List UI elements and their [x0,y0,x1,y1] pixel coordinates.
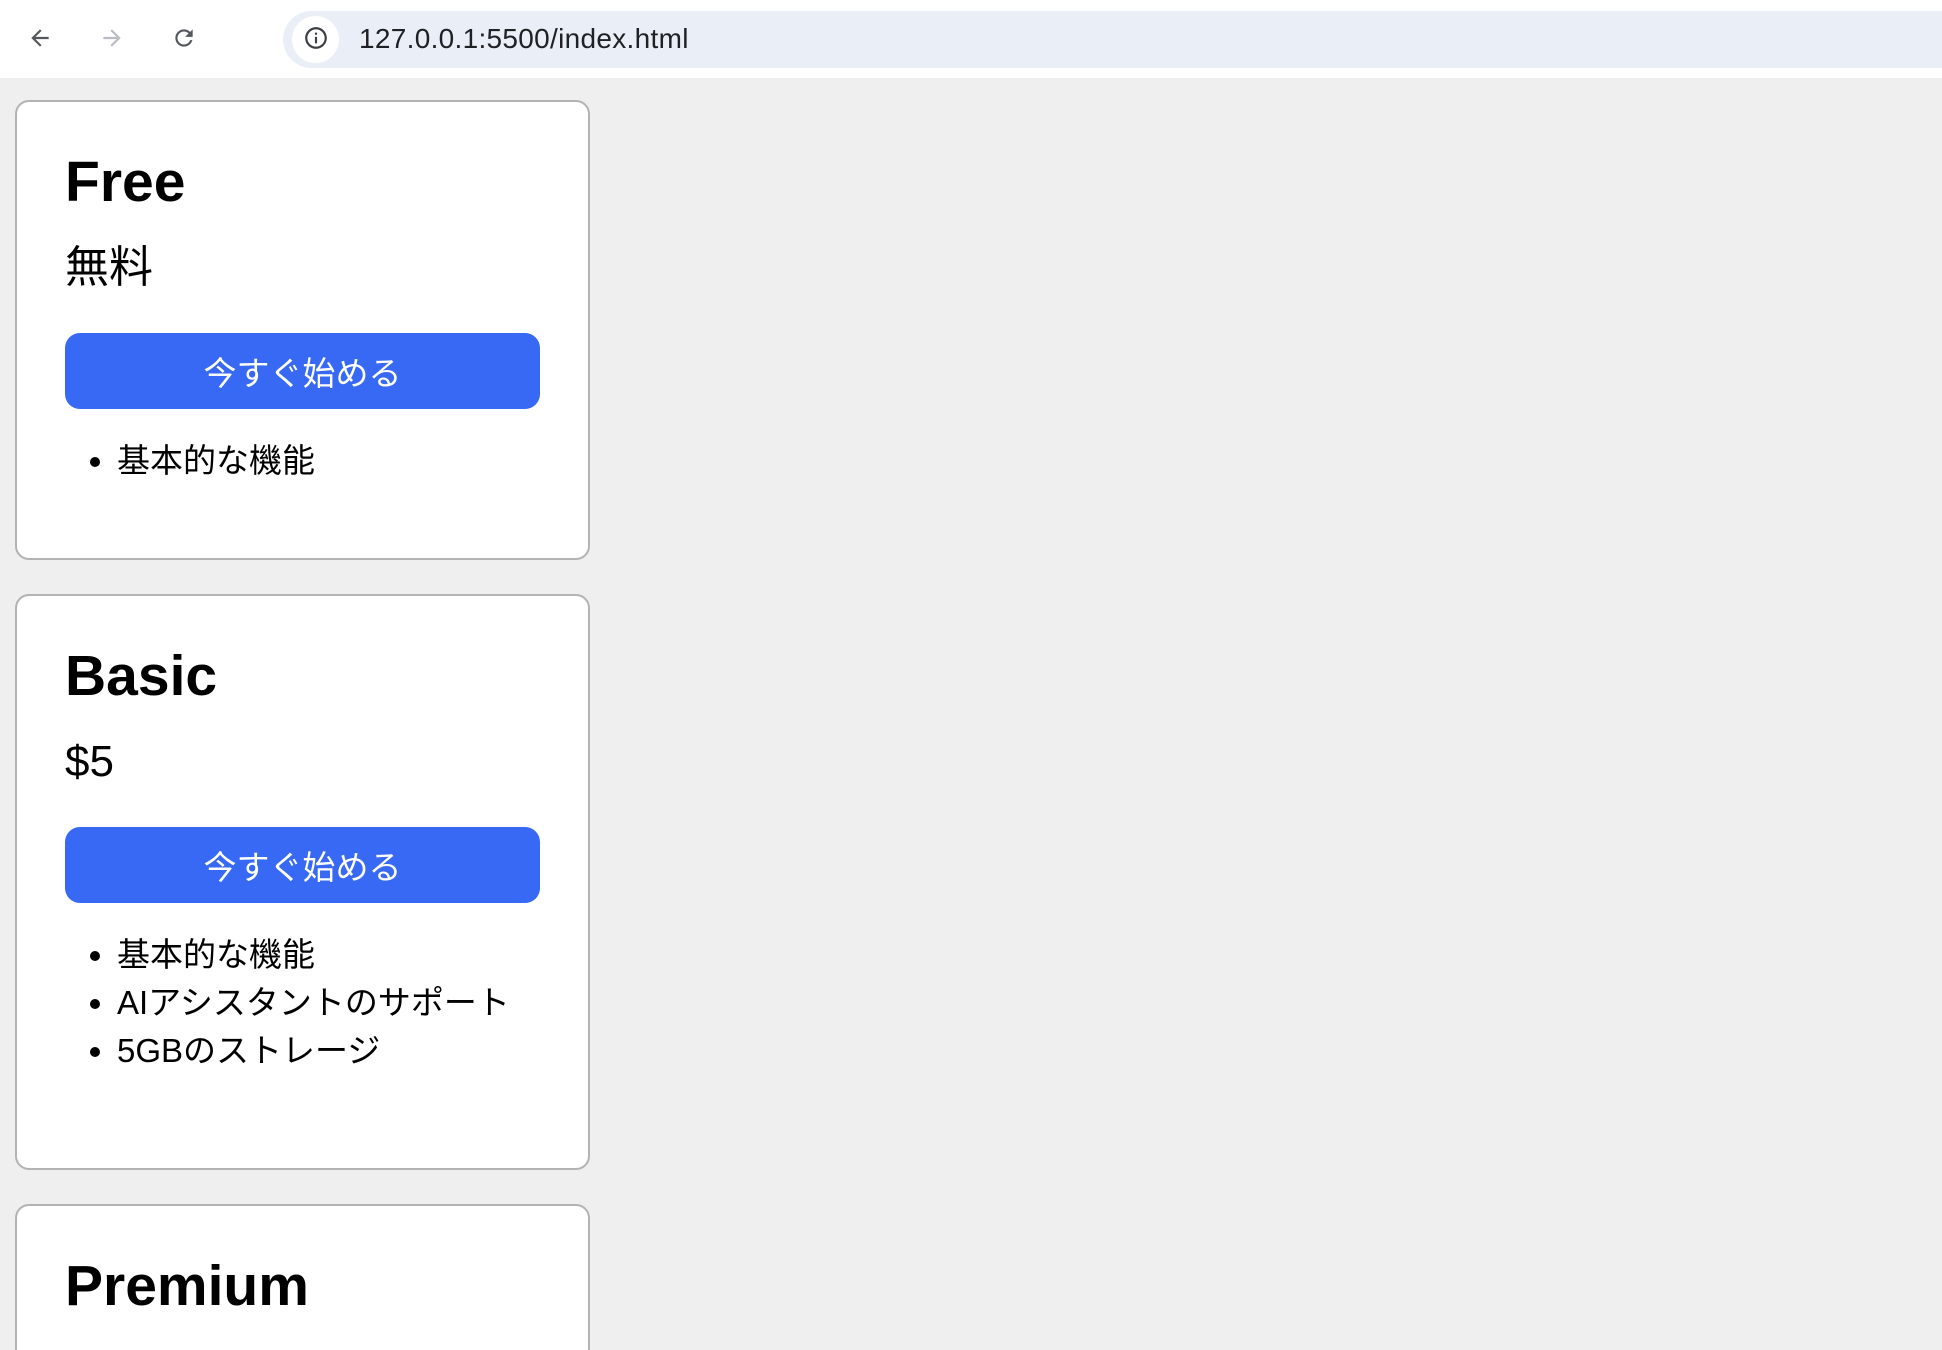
pricing-card-premium: Premium [15,1204,590,1350]
plan-price: $5 [65,736,540,789]
forward-arrow-icon [99,25,125,54]
info-icon [303,25,329,54]
plan-name: Premium [65,1252,540,1320]
site-info-button[interactable] [292,16,339,63]
feature-item: 5GBのストレージ [117,1027,540,1075]
start-now-button[interactable]: 今すぐ始める [65,333,540,409]
pricing-card-basic: Basic $5 今すぐ始める 基本的な機能 AIアシスタントのサポート 5GB… [15,594,590,1170]
reload-icon [171,25,197,54]
feature-list: 基本的な機能 [65,437,540,485]
pricing-card-free: Free 無料 今すぐ始める 基本的な機能 [15,100,590,560]
back-button[interactable] [27,26,53,52]
plan-price: 無料 [65,242,540,295]
forward-button [99,26,125,52]
feature-list: 基本的な機能 AIアシスタントのサポート 5GBのストレージ [65,931,540,1075]
plan-name: Basic [65,642,540,710]
reload-button[interactable] [171,26,197,52]
back-arrow-icon [27,25,53,54]
pricing-cards: Free 無料 今すぐ始める 基本的な機能 Basic $5 今すぐ始める 基本… [15,100,590,1350]
browser-toolbar: 127.0.0.1:5500/index.html [0,0,1942,78]
plan-name: Free [65,148,540,216]
address-bar[interactable]: 127.0.0.1:5500/index.html [283,11,1942,68]
feature-item: 基本的な機能 [117,437,540,485]
feature-item: 基本的な機能 [117,931,540,979]
start-now-button[interactable]: 今すぐ始める [65,827,540,903]
feature-item: AIアシスタントのサポート [117,979,540,1027]
url-text[interactable]: 127.0.0.1:5500/index.html [359,23,689,55]
